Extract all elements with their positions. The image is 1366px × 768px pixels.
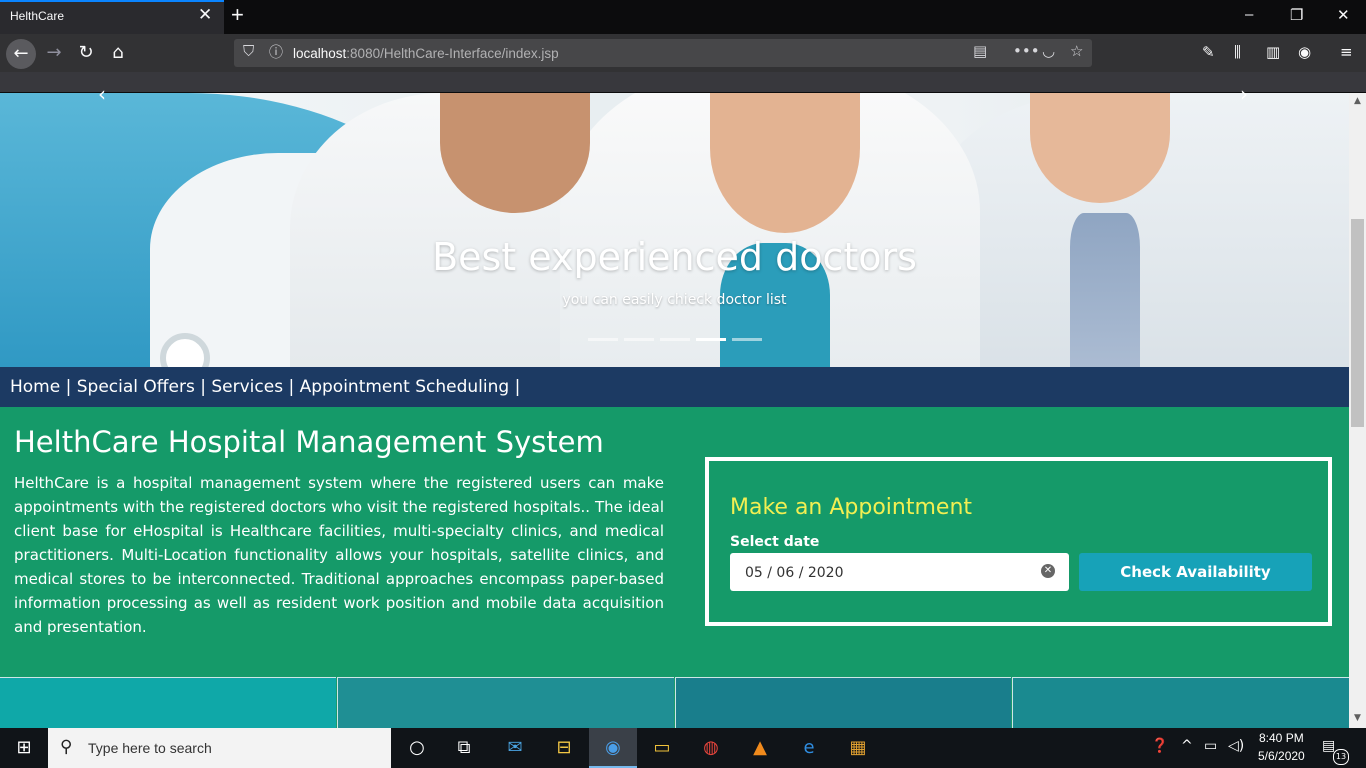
check-availability-button[interactable]: Check Availability — [1079, 553, 1312, 591]
carousel-indicator[interactable] — [624, 338, 654, 341]
carousel-indicator[interactable] — [588, 338, 618, 341]
reload-icon[interactable]: ↻ — [72, 40, 100, 66]
chrome-icon[interactable]: ◍ — [696, 733, 726, 763]
carousel-indicator[interactable] — [732, 338, 762, 341]
scrollbar-thumb[interactable] — [1351, 219, 1364, 427]
page-title: HelthCare Hospital Management System — [14, 425, 604, 459]
back-arrow-icon[interactable]: ← — [6, 39, 36, 69]
carousel-next-icon[interactable]: › — [1240, 82, 1248, 106]
tray-chevron-icon[interactable]: ^ — [1181, 738, 1193, 754]
nav-separator: | — [509, 377, 521, 397]
date-label: Select date — [730, 534, 820, 550]
restore-button[interactable]: ❐ — [1290, 6, 1303, 24]
pocket-icon[interactable]: ◡ — [1042, 42, 1055, 60]
nav-link-special-offers[interactable]: Special Offers — [77, 377, 195, 397]
tab-title: HelthCare — [10, 9, 65, 23]
account-icon[interactable]: ◉ — [1298, 43, 1311, 61]
sidebar-icon[interactable]: ▥ — [1266, 43, 1280, 61]
app-icon[interactable]: ▦ — [843, 733, 873, 763]
windows-start-icon[interactable]: ⊞ — [0, 728, 48, 768]
cortana-icon[interactable]: ○ — [402, 733, 432, 763]
store-icon[interactable]: ⊟ — [549, 733, 579, 763]
info-icon[interactable]: ⓘ — [269, 42, 283, 62]
clock-time[interactable]: 8:40 PM — [1259, 731, 1304, 745]
help-icon[interactable]: ❓ — [1151, 738, 1168, 754]
hero-carousel — [0, 93, 1349, 367]
reader-view-icon[interactable]: ▤ — [973, 42, 987, 60]
toolbar-spacer — [0, 72, 1366, 92]
task-view-icon[interactable]: ⧉ — [449, 733, 479, 763]
page-actions-icon[interactable]: ••• — [1013, 42, 1040, 60]
site-nav-links: Home | Special Offers | Services | Appoi… — [10, 377, 520, 397]
firefox-icon[interactable]: ◉ — [598, 733, 628, 763]
volume-icon[interactable]: ◁) — [1228, 738, 1244, 754]
bookmark-star-icon[interactable]: ☆ — [1070, 42, 1083, 60]
url-host: localhost — [293, 46, 347, 61]
clock-date[interactable]: 5/6/2020 — [1258, 749, 1305, 763]
feature-tile[interactable] — [675, 677, 1011, 728]
file-explorer-icon[interactable]: ▭ — [647, 733, 677, 763]
minimize-button[interactable]: – — [1245, 6, 1253, 23]
appointment-title: Make an Appointment — [730, 495, 973, 520]
nav-link-home[interactable]: Home — [10, 377, 60, 397]
taskbar-search-placeholder[interactable]: Type here to search — [88, 740, 212, 756]
date-field-value[interactable]: 05 / 06 / 2020 — [745, 565, 844, 581]
carousel-caption-title: Best experienced doctors — [432, 235, 917, 279]
url-path: :8080/HelthCare-Interface/index.jsp — [346, 46, 559, 61]
carousel-prev-icon[interactable]: ‹ — [98, 82, 106, 106]
notification-count-badge: 13 — [1333, 749, 1349, 765]
feature-tile[interactable] — [0, 677, 336, 728]
nav-separator: | — [194, 377, 212, 397]
home-icon[interactable]: ⌂ — [104, 40, 132, 66]
forward-arrow-icon[interactable]: → — [40, 40, 68, 66]
clear-date-icon[interactable]: ✕ — [1041, 564, 1055, 578]
mail-icon[interactable]: ✉ — [500, 733, 530, 763]
nav-link-appointment-scheduling[interactable]: Appointment Scheduling — [300, 377, 510, 397]
carousel-indicator[interactable] — [660, 338, 690, 341]
scroll-down-icon[interactable]: ▼ — [1349, 713, 1366, 723]
carousel-caption-subtitle: you can easily chieck doctor list — [562, 292, 787, 308]
nav-separator: | — [283, 377, 300, 397]
feature-tile[interactable] — [337, 677, 674, 728]
search-icon: ⚲ — [60, 737, 73, 757]
carousel-indicator[interactable] — [696, 338, 726, 341]
tab-close-icon[interactable]: ✕ — [198, 5, 212, 25]
page-description: HelthCare is a hospital management syste… — [14, 474, 664, 636]
wrench-icon[interactable]: ✎ — [1202, 43, 1215, 61]
new-tab-button[interactable]: + — [231, 2, 244, 28]
nav-separator: | — [60, 377, 77, 397]
nav-link-services[interactable]: Services — [211, 377, 283, 397]
vlc-icon[interactable]: ▲ — [745, 733, 775, 763]
window-close-button[interactable]: ✕ — [1337, 6, 1350, 24]
edge-icon[interactable]: e — [794, 733, 824, 763]
url-text[interactable]: localhost:8080/HelthCare-Interface/index… — [293, 46, 559, 61]
feature-tile[interactable] — [1012, 677, 1349, 728]
menu-hamburger-icon[interactable]: ≡ — [1340, 43, 1353, 61]
scroll-up-icon[interactable]: ▲ — [1349, 96, 1366, 106]
library-icon[interactable]: ⫼ — [1234, 43, 1241, 61]
battery-icon[interactable]: ▭ — [1204, 738, 1217, 754]
shield-icon[interactable]: ⛉ — [243, 42, 254, 60]
